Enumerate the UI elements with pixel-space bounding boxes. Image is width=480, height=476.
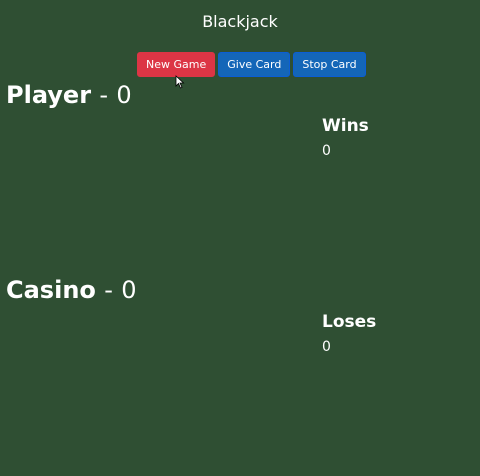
player-separator: - [99, 81, 109, 109]
game-toolbar: New Game Give Card Stop Card [137, 52, 366, 77]
loses-value: 0 [322, 339, 331, 355]
casino-label: Casino [6, 276, 96, 304]
wins-stat: Wins 0 [322, 116, 369, 160]
casino-heading: Casino - 0 [6, 276, 137, 304]
give-card-button[interactable]: Give Card [218, 52, 291, 77]
game-title: Blackjack [202, 12, 278, 31]
player-label: Player [6, 81, 92, 109]
new-game-button[interactable]: New Game [137, 52, 216, 77]
casino-separator: - [104, 276, 113, 304]
loses-label: Loses [322, 312, 377, 332]
wins-value: 0 [322, 143, 331, 159]
mouse-pointer-icon [175, 75, 185, 89]
player-heading: Player - 0 [6, 81, 132, 109]
casino-score: 0 [121, 276, 137, 304]
player-score: 0 [116, 81, 132, 109]
stop-card-button[interactable]: Stop Card [293, 52, 366, 77]
loses-stat: Loses 0 [322, 312, 376, 356]
wins-label: Wins [322, 116, 369, 136]
